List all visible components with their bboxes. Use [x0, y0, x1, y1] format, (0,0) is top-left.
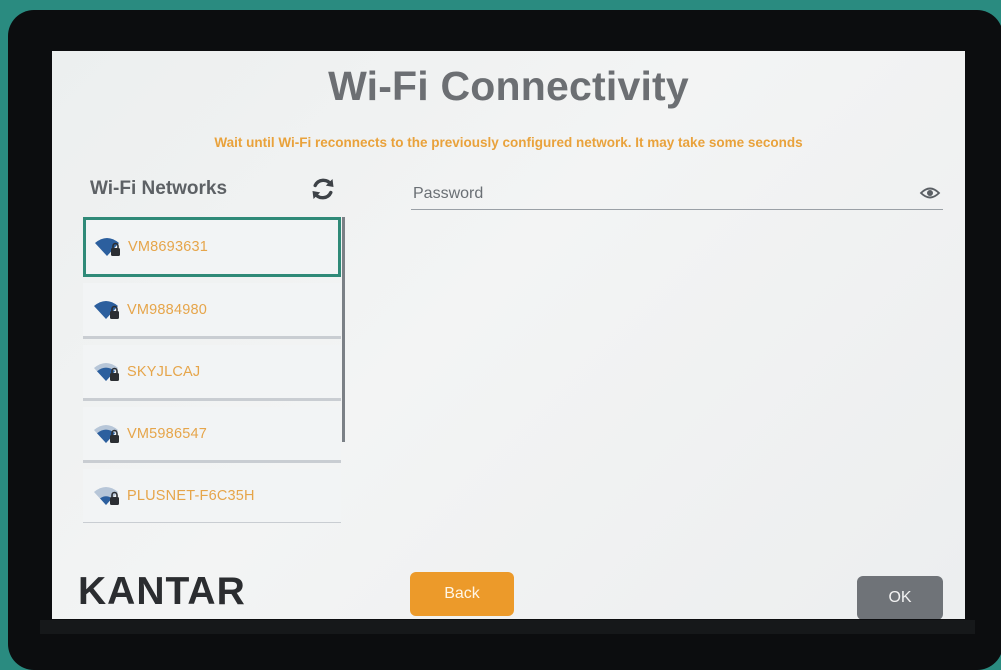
ok-button[interactable]: OK: [857, 576, 943, 619]
wifi-lock-icon: [94, 300, 119, 319]
eye-icon[interactable]: [919, 183, 941, 203]
networks-label: Wi-Fi Networks: [90, 178, 228, 199]
network-ssid: SKYJLCAJ: [127, 363, 201, 380]
device-bezel: [40, 620, 975, 634]
kantar-logo: KANTAR: [78, 570, 246, 613]
page-title: Wi-Fi Connectivity: [328, 63, 689, 109]
network-ssid: PLUSNET-F6C35H: [127, 487, 255, 504]
network-item-vm9884980[interactable]: VM9884980: [83, 283, 341, 339]
password-input[interactable]: [411, 179, 905, 209]
network-ssid: VM5986547: [127, 425, 207, 442]
network-ssid: VM9884980: [127, 301, 207, 318]
network-item-vm8693631[interactable]: VM8693631: [83, 217, 341, 277]
refresh-button[interactable]: [308, 174, 338, 204]
wifi-lock-icon: [94, 424, 119, 443]
network-list: VM8693631 VM9884980 SKYJLCAJ VM5986547 P…: [83, 217, 345, 523]
wifi-lock-icon: [94, 486, 119, 505]
back-button[interactable]: Back: [410, 572, 514, 616]
wifi-lock-icon: [95, 238, 120, 256]
refresh-icon: [312, 178, 334, 200]
network-item-skyjlcaj[interactable]: SKYJLCAJ: [83, 345, 341, 401]
password-field: [411, 179, 943, 210]
status-message: Wait until Wi-Fi reconnects to the previ…: [214, 135, 803, 150]
screen: Wi-Fi Connectivity Wait until Wi-Fi reco…: [52, 51, 965, 619]
network-list-scrollbar[interactable]: [342, 217, 345, 442]
network-item-plusnet-f6c35h[interactable]: PLUSNET-F6C35H: [83, 469, 341, 523]
wifi-lock-icon: [94, 362, 119, 381]
network-item-vm5986547[interactable]: VM5986547: [83, 407, 341, 463]
network-ssid: VM8693631: [128, 239, 208, 255]
